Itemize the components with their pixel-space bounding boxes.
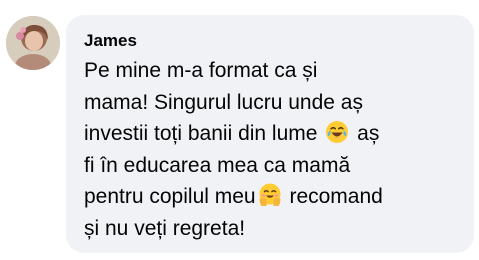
comment-line-5-end: recomand: [289, 185, 383, 208]
comment-bubble: James Pe mine m-a format ca și mama! Sin…: [66, 15, 474, 253]
comment-line-3: investii toți banii din lume aș: [84, 118, 458, 150]
face-with-tears-of-joy-icon: [325, 120, 349, 144]
comment-author[interactable]: James: [84, 31, 458, 51]
avatar[interactable]: [6, 16, 60, 70]
comment-line-3-text: investii toți banii din lume: [84, 122, 318, 145]
comment-line-6: și nu veți regreta!: [84, 216, 246, 240]
comment-line-2: mama! Singurul lucru unde aș: [84, 90, 363, 114]
comment-text: Pe mine m-a format ca și mama! Singurul …: [84, 55, 458, 244]
comment-line-1: Pe mine m-a format ca și: [84, 59, 318, 82]
comment-line-5: pentru copilul meu recomand: [84, 181, 458, 213]
profile-photo: [6, 16, 60, 70]
comment-line-5-text: pentru copilul meu: [84, 185, 256, 208]
comment: James Pe mine m-a format ca și mama! Sin…: [0, 0, 479, 260]
comment-line-3-end: aș: [357, 122, 380, 145]
smiling-face-with-open-hands-icon: [258, 183, 282, 207]
comment-line-4: fi în educarea mea ca mamă: [84, 153, 351, 177]
